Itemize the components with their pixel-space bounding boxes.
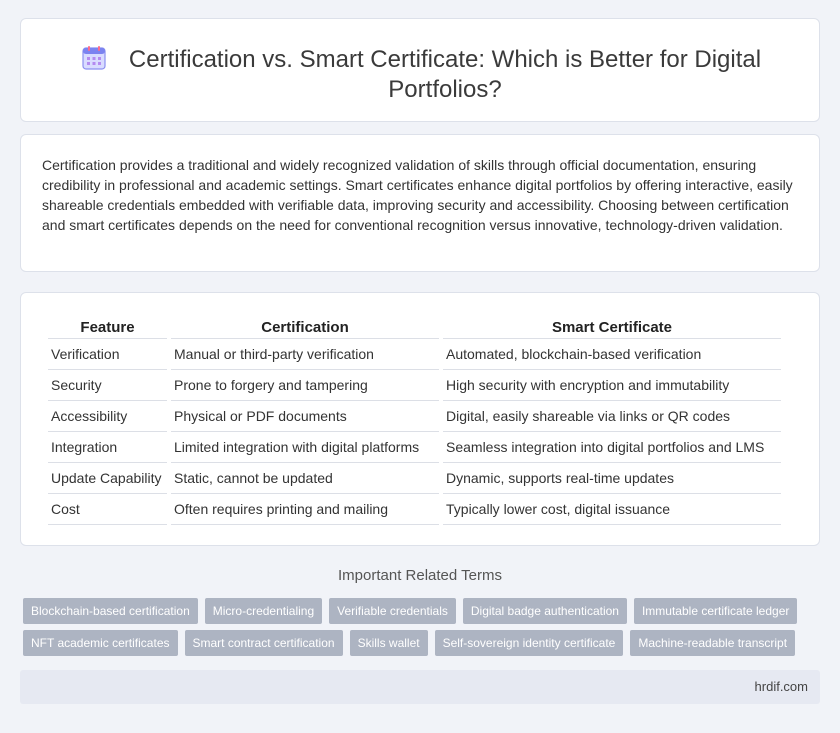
related-term-tag[interactable]: Smart contract certification bbox=[184, 630, 343, 656]
column-header-certification: Certification bbox=[171, 317, 439, 339]
table-row: Verification Manual or third-party verif… bbox=[48, 339, 781, 370]
comparison-card: Feature Certification Smart Certificate … bbox=[20, 292, 820, 546]
related-term-tag[interactable]: Digital badge authentication bbox=[462, 598, 627, 624]
footer: hrdif.com bbox=[20, 670, 820, 704]
related-term-tag[interactable]: Machine-readable transcript bbox=[630, 630, 796, 656]
table-cell: High security with encryption and immuta… bbox=[443, 370, 781, 401]
intro-card: Certification provides a traditional and… bbox=[20, 134, 820, 272]
table-cell: Automated, blockchain-based verification bbox=[443, 339, 781, 370]
table-cell: Cost bbox=[48, 494, 167, 525]
related-term-tag[interactable]: Skills wallet bbox=[349, 630, 428, 656]
intro-paragraph: Certification provides a traditional and… bbox=[42, 157, 793, 233]
table-cell: Limited integration with digital platfor… bbox=[171, 432, 439, 463]
table-cell: Often requires printing and mailing bbox=[171, 494, 439, 525]
table-cell: Update Capability bbox=[48, 463, 167, 494]
table-cell: Physical or PDF documents bbox=[171, 401, 439, 432]
related-terms-list: Blockchain-based certification Micro-cre… bbox=[23, 598, 823, 662]
table-cell: Prone to forgery and tampering bbox=[171, 370, 439, 401]
table-row: Integration Limited integration with dig… bbox=[48, 432, 781, 463]
related-term-tag[interactable]: Immutable certificate ledger bbox=[633, 598, 798, 624]
table-cell: Typically lower cost, digital issuance bbox=[443, 494, 781, 525]
related-terms-heading: Important Related Terms bbox=[338, 567, 502, 584]
table-cell: Digital, easily shareable via links or Q… bbox=[443, 401, 781, 432]
table-cell: Seamless integration into digital portfo… bbox=[443, 432, 781, 463]
footer-site-link[interactable]: hrdif.com bbox=[755, 679, 808, 694]
table-cell: Integration bbox=[48, 432, 167, 463]
related-term-tag[interactable]: Blockchain-based certification bbox=[23, 598, 198, 624]
title-card: Certification vs. Smart Certificate: Whi… bbox=[20, 18, 820, 122]
table-cell: Dynamic, supports real-time updates bbox=[443, 463, 781, 494]
table-cell: Accessibility bbox=[48, 401, 167, 432]
table-cell: Static, cannot be updated bbox=[171, 463, 439, 494]
comparison-table: Feature Certification Smart Certificate … bbox=[44, 317, 785, 525]
table-header-row: Feature Certification Smart Certificate bbox=[48, 317, 781, 339]
table-cell: Verification bbox=[48, 339, 167, 370]
table-cell: Manual or third-party verification bbox=[171, 339, 439, 370]
table-row: Update Capability Static, cannot be upda… bbox=[48, 463, 781, 494]
table-row: Security Prone to forgery and tampering … bbox=[48, 370, 781, 401]
column-header-feature: Feature bbox=[48, 317, 167, 339]
related-term-tag[interactable]: Verifiable credentials bbox=[329, 598, 456, 624]
table-cell: Security bbox=[48, 370, 167, 401]
related-term-tag[interactable]: Micro-credentialing bbox=[204, 598, 323, 624]
table-row: Accessibility Physical or PDF documents … bbox=[48, 401, 781, 432]
related-term-tag[interactable]: Self-sovereign identity certificate bbox=[434, 630, 624, 656]
related-term-tag[interactable]: NFT academic certificates bbox=[23, 630, 178, 656]
page-title: Certification vs. Smart Certificate: Whi… bbox=[128, 46, 762, 103]
table-row: Cost Often requires printing and mailing… bbox=[48, 494, 781, 525]
column-header-smart-certificate: Smart Certificate bbox=[443, 317, 781, 339]
